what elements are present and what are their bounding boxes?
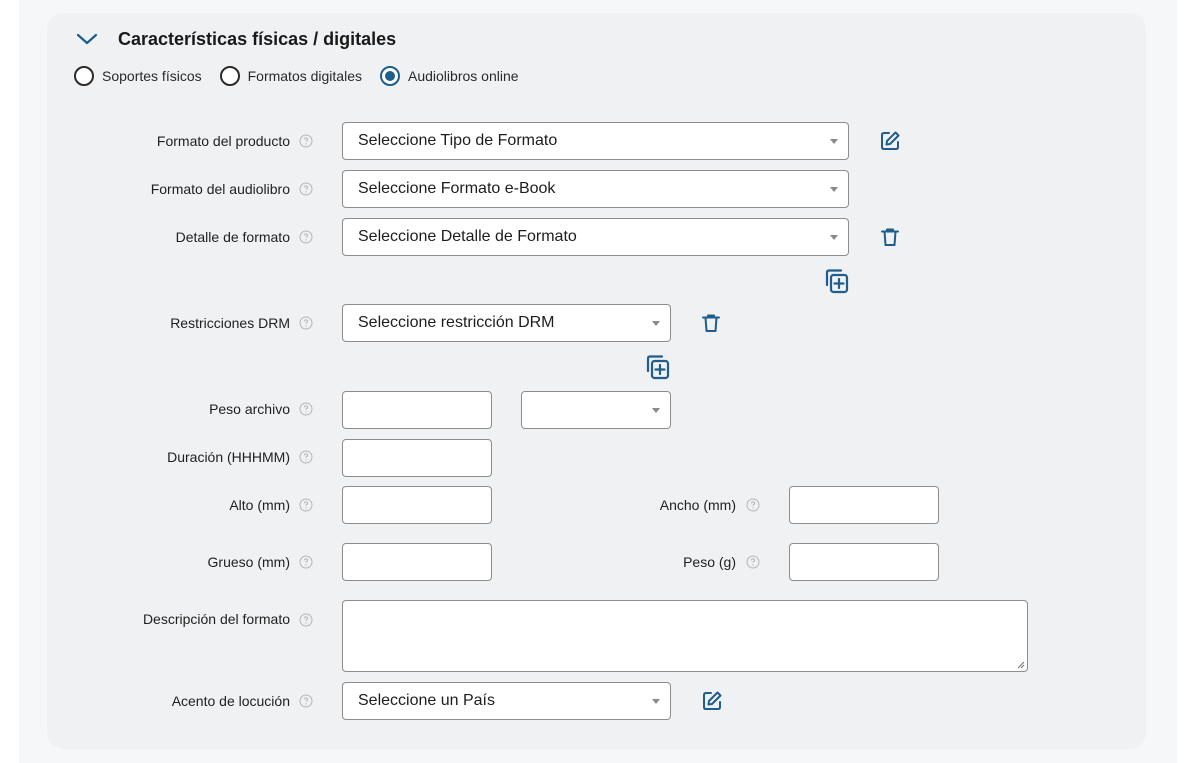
help-circle-icon[interactable]	[299, 555, 313, 569]
label-acento-locucion: Acento de locución	[171, 693, 290, 709]
add-copy-icon[interactable]	[822, 267, 850, 295]
radio-circle[interactable]	[74, 66, 94, 86]
chevron-down-icon[interactable]	[75, 27, 99, 51]
caret-down-icon	[652, 699, 660, 704]
select-value: Seleccione Detalle de Formato	[358, 228, 577, 245]
input-alto[interactable]	[342, 486, 492, 524]
label-formato-audiolibro: Formato del audiolibro	[150, 181, 290, 197]
select-value: Seleccione restricción DRM	[358, 314, 555, 331]
select-restricciones-drm[interactable]: Seleccione restricción DRM	[342, 304, 671, 342]
select-detalle-formato[interactable]: Seleccione Detalle de Formato	[342, 218, 849, 256]
help-circle-icon[interactable]	[299, 694, 313, 708]
label-duracion: Duración (HHHMM)	[167, 449, 290, 465]
caret-down-icon	[652, 408, 660, 413]
radio-label: Formatos digitales	[247, 68, 362, 84]
caret-down-icon	[830, 139, 838, 144]
help-circle-icon[interactable]	[299, 182, 313, 196]
radio-circle-checked[interactable]	[380, 66, 400, 86]
label-grueso: Grueso (mm)	[207, 554, 290, 570]
select-acento-locucion[interactable]: Seleccione un País	[342, 682, 671, 720]
label-peso-archivo: Peso archivo	[209, 401, 290, 417]
radio-soportes-fisicos[interactable]: Soportes físicos	[74, 66, 202, 86]
edit-icon[interactable]	[700, 689, 724, 713]
caret-down-icon	[830, 187, 838, 192]
label-detalle-formato: Detalle de formato	[175, 229, 290, 245]
label-restricciones-drm: Restricciones DRM	[170, 315, 290, 331]
caret-down-icon	[830, 235, 838, 240]
help-circle-icon[interactable]	[299, 316, 313, 330]
label-alto: Alto (mm)	[229, 497, 290, 513]
input-ancho[interactable]	[789, 486, 939, 524]
select-formato-audiolibro[interactable]: Seleccione Formato e-Book	[342, 170, 849, 208]
help-circle-icon[interactable]	[299, 450, 313, 464]
select-peso-archivo-unidad[interactable]	[521, 391, 671, 429]
add-copy-icon[interactable]	[643, 353, 671, 381]
trash-icon[interactable]	[878, 225, 902, 249]
label-ancho: Ancho (mm)	[659, 497, 736, 513]
caret-down-icon	[652, 321, 660, 326]
help-circle-icon[interactable]	[299, 402, 313, 416]
label-peso: Peso (g)	[683, 554, 736, 570]
textarea-descripcion-formato[interactable]	[342, 600, 1028, 672]
label-descripcion-formato: Descripción del formato	[142, 611, 290, 627]
label-formato-producto: Formato del producto	[156, 133, 290, 149]
help-circle-icon[interactable]	[299, 613, 313, 627]
help-circle-icon[interactable]	[299, 230, 313, 244]
input-peso[interactable]	[789, 543, 939, 581]
help-circle-icon[interactable]	[746, 498, 760, 512]
help-circle-icon[interactable]	[746, 555, 760, 569]
radio-label: Audiolibros online	[408, 68, 519, 84]
trash-icon[interactable]	[699, 311, 723, 335]
radio-formatos-digitales[interactable]: Formatos digitales	[219, 66, 362, 86]
help-circle-icon[interactable]	[299, 498, 313, 512]
help-circle-icon[interactable]	[299, 134, 313, 148]
select-value: Seleccione un País	[358, 692, 495, 709]
select-formato-producto[interactable]: Seleccione Tipo de Formato	[342, 122, 849, 160]
select-value: Seleccione Tipo de Formato	[358, 132, 558, 149]
section-title: Características físicas / digitales	[118, 29, 397, 49]
input-grueso[interactable]	[342, 543, 492, 581]
select-value: Seleccione Formato e-Book	[358, 180, 556, 197]
format-type-radio-group: Soportes físicos Formatos digitales Audi…	[74, 65, 537, 87]
edit-icon[interactable]	[878, 129, 902, 153]
radio-audiolibros-online[interactable]: Audiolibros online	[380, 66, 519, 86]
input-peso-archivo[interactable]	[342, 391, 492, 429]
resize-handle-icon[interactable]	[1017, 661, 1025, 669]
radio-label: Soportes físicos	[102, 68, 202, 84]
input-duracion[interactable]	[342, 439, 492, 477]
radio-circle[interactable]	[219, 66, 240, 86]
